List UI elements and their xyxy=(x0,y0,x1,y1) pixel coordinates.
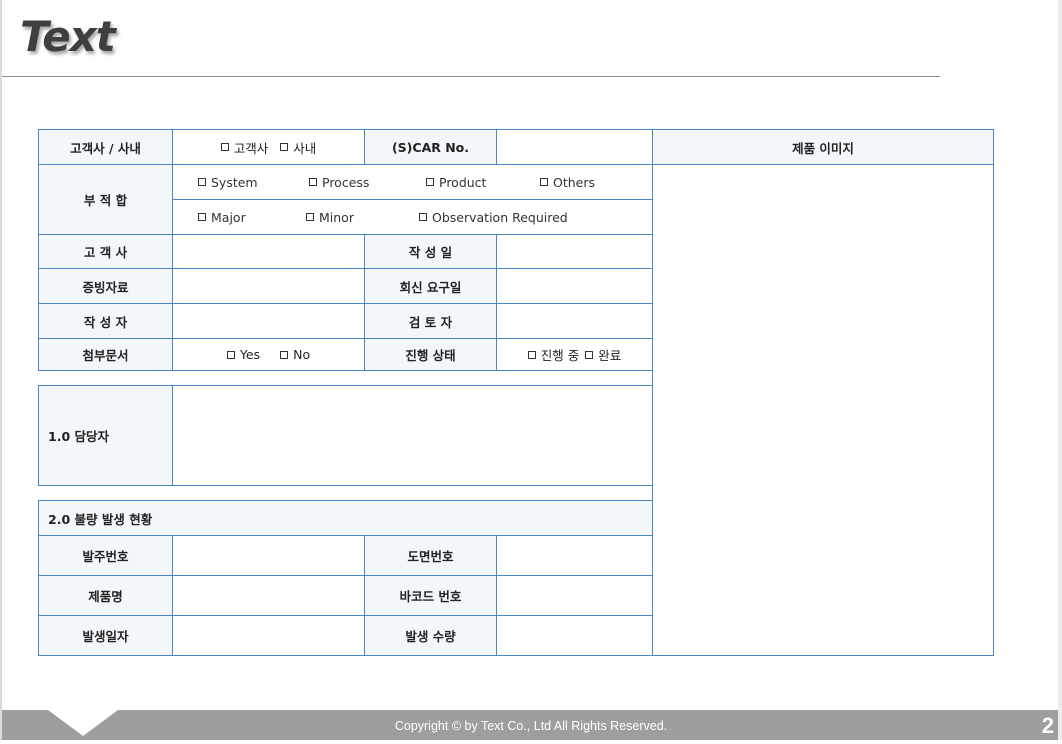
checkbox-icon[interactable] xyxy=(309,178,317,186)
barcode-number-field[interactable] xyxy=(496,575,653,616)
checkbox-icon[interactable] xyxy=(540,178,548,186)
page-number: 2 xyxy=(1041,713,1054,738)
label-section-1: 1.0 담당자 xyxy=(38,385,173,486)
checkbox-icon[interactable] xyxy=(419,213,427,221)
occurrence-date-field[interactable] xyxy=(172,615,365,656)
checkbox-icon[interactable] xyxy=(585,350,594,359)
checkbox-icon[interactable] xyxy=(198,178,206,186)
option-label: Others xyxy=(553,174,596,190)
checkbox-system[interactable]: System xyxy=(198,175,258,190)
label-product-name: 제품명 xyxy=(38,575,173,616)
label-occurrence-quantity: 발생 수량 xyxy=(364,615,497,656)
footer-copyright: Copyright © by Text Co., Ltd All Rights … xyxy=(394,719,668,733)
slide-page: Text 고객사 / 사내 고객사 사내 (S)CAR No. 제품 이미지 부… xyxy=(0,0,1062,740)
evidence-field[interactable] xyxy=(172,268,365,304)
customer-field[interactable] xyxy=(172,234,365,269)
checkbox-major[interactable]: Major xyxy=(198,210,246,225)
label-occurrence-date: 발생일자 xyxy=(38,615,173,656)
label-attachment: 첨부문서 xyxy=(38,338,173,371)
option-label: Observation Required xyxy=(432,209,568,225)
checkbox-others[interactable]: Others xyxy=(540,175,595,190)
author-field[interactable] xyxy=(172,303,365,339)
checkbox-process[interactable]: Process xyxy=(309,175,369,190)
label-customer-internal: 고객사 / 사내 xyxy=(38,129,173,165)
label-author: 작 성 자 xyxy=(38,303,173,339)
option-label: Minor xyxy=(319,209,354,225)
label-evidence: 증빙자료 xyxy=(38,268,173,304)
label-car-no: (S)CAR No. xyxy=(364,129,497,165)
label-reviewer: 검 토 자 xyxy=(364,303,497,339)
title-divider xyxy=(2,76,940,77)
reviewer-field[interactable] xyxy=(496,303,653,339)
checkbox-icon[interactable] xyxy=(280,143,289,151)
checkbox-icon[interactable] xyxy=(306,213,314,221)
page-left-edge xyxy=(0,0,2,740)
checkbox-minor[interactable]: Minor xyxy=(306,210,354,225)
drawing-number-field[interactable] xyxy=(496,535,653,576)
attachment-options: Yes No xyxy=(172,338,365,371)
option-label: Product xyxy=(439,174,487,190)
label-section-2: 2.0 불량 발생 현황 xyxy=(38,500,653,536)
checkbox-product[interactable]: Product xyxy=(426,175,486,190)
checkbox-icon[interactable] xyxy=(226,350,235,359)
checkbox-complete[interactable]: 완료 xyxy=(585,345,621,364)
checkbox-icon[interactable] xyxy=(527,350,536,359)
label-order-number: 발주번호 xyxy=(38,535,173,576)
checkbox-customer[interactable]: 고객사 xyxy=(220,138,269,157)
section-1-field[interactable] xyxy=(172,385,653,486)
label-created-date: 작 성 일 xyxy=(364,234,497,269)
checkbox-in-progress[interactable]: 진행 중 xyxy=(527,345,580,364)
nonconformity-severity-row: Major Minor Observation Required xyxy=(172,199,653,235)
option-label: 완료 xyxy=(598,348,622,363)
page-title: Text xyxy=(20,12,116,61)
option-label: 사내 xyxy=(293,140,317,156)
checkbox-icon[interactable] xyxy=(198,213,206,221)
checkbox-observation-required[interactable]: Observation Required xyxy=(419,210,568,225)
checkbox-yes[interactable]: Yes xyxy=(226,347,261,362)
customer-internal-options: 고객사 사내 xyxy=(172,129,365,165)
option-label: Process xyxy=(322,174,370,190)
option-label: System xyxy=(211,174,258,190)
car-no-field[interactable] xyxy=(496,129,653,165)
option-label: 고객사 xyxy=(233,140,269,156)
checkbox-icon[interactable] xyxy=(220,143,229,151)
option-label: Major xyxy=(211,209,246,225)
label-customer: 고 객 사 xyxy=(38,234,173,269)
occurrence-quantity-field[interactable] xyxy=(496,615,653,656)
checkbox-icon[interactable] xyxy=(426,178,434,186)
checkbox-icon[interactable] xyxy=(280,350,289,359)
label-drawing-number: 도면번호 xyxy=(364,535,497,576)
label-reply-due-date: 회신 요구일 xyxy=(364,268,497,304)
checkbox-internal[interactable]: 사내 xyxy=(280,138,316,157)
reply-due-date-field[interactable] xyxy=(496,268,653,304)
product-name-field[interactable] xyxy=(172,575,365,616)
label-progress-status: 진행 상태 xyxy=(364,338,497,371)
product-image-area[interactable] xyxy=(652,164,994,656)
page-right-edge xyxy=(1058,0,1062,740)
label-product-image: 제품 이미지 xyxy=(652,129,994,165)
label-nonconformity: 부 적 합 xyxy=(38,164,173,235)
created-date-field[interactable] xyxy=(496,234,653,269)
option-label: No xyxy=(293,347,311,362)
nonconformity-type-row: System Process Product Others xyxy=(172,164,653,200)
option-label: Yes xyxy=(239,347,261,362)
progress-status-options: 진행 중 완료 xyxy=(496,338,653,371)
order-number-field[interactable] xyxy=(172,535,365,576)
checkbox-no[interactable]: No xyxy=(280,347,310,362)
label-barcode-number: 바코드 번호 xyxy=(364,575,497,616)
option-label: 진행 중 xyxy=(540,348,580,363)
